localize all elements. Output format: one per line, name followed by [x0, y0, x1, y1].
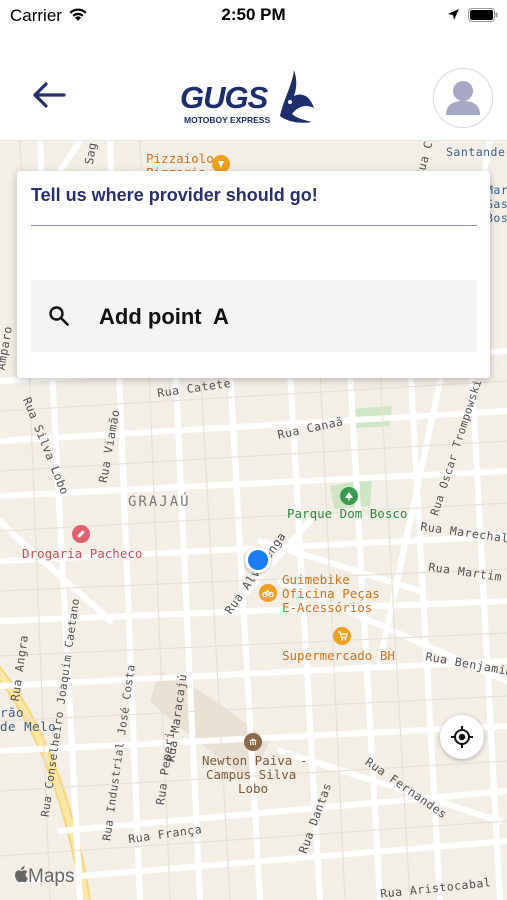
- status-bar: Carrier 2:50 PM: [0, 0, 507, 32]
- maps-attribution[interactable]: Maps: [14, 866, 74, 888]
- locate-me-button[interactable]: [440, 715, 484, 759]
- pharmacy-pin-icon[interactable]: [72, 525, 90, 543]
- street-label-de-melo: de Melo: [0, 719, 57, 734]
- poi-label-guimebike-line2: Oficina Peças: [282, 586, 380, 601]
- crosshair-icon: [451, 726, 473, 748]
- poi-label-drogaria: Drogaria Pacheco: [22, 546, 143, 561]
- gugs-logo: GUGS MOTOBOY EXPRESS: [178, 68, 318, 130]
- user-location-dot: [245, 547, 271, 573]
- title-divider: [31, 225, 477, 226]
- add-point-label: Add point A: [99, 304, 229, 329]
- back-arrow-icon: [33, 82, 66, 108]
- bicycle-pin-icon[interactable]: [259, 584, 277, 602]
- maps-attribution-label: Maps: [28, 866, 75, 887]
- park-pin-icon[interactable]: [340, 487, 358, 505]
- poi-label-guimebike-line3: E-Acessórios: [282, 600, 373, 615]
- poi-label-pizzaiolo: Pizzaiolo: [146, 151, 214, 166]
- university-pin-icon[interactable]: [244, 733, 262, 751]
- logo-subtitle: MOTOBOY EXPRESS: [184, 115, 271, 125]
- logo-wordmark: GUGS: [180, 80, 268, 115]
- neighborhood-label: GRAJAÚ: [128, 494, 191, 510]
- street-label-rao: rão: [0, 705, 25, 720]
- poi-label-newton-line3: Lobo: [238, 781, 269, 796]
- add-point-button[interactable]: Add point A: [31, 280, 477, 352]
- user-icon: [446, 81, 480, 115]
- apple-logo-icon: [15, 866, 28, 883]
- navigation-bar: GUGS MOTOBOY EXPRESS: [0, 32, 507, 141]
- poi-label-guimebike: Guimebike: [282, 572, 350, 587]
- route-card: Tell us where provider should go! Add po…: [17, 171, 490, 378]
- location-arrow-icon: [448, 9, 459, 20]
- street-label-santande: Santande: [446, 145, 506, 159]
- poi-label-supermercado: Supermercado BH: [282, 648, 395, 663]
- battery-icon: [468, 8, 498, 22]
- poi-label-parque: Parque Dom Bosco: [287, 506, 408, 521]
- shopping-cart-pin-icon[interactable]: [333, 627, 351, 645]
- avatar[interactable]: [433, 68, 493, 128]
- bird-icon: [280, 70, 314, 123]
- poi-label-newton: Newton Paiva -: [202, 753, 308, 768]
- clock: 2:50 PM: [221, 5, 286, 24]
- back-button[interactable]: [28, 77, 72, 113]
- card-title: Tell us where provider should go!: [31, 185, 318, 205]
- poi-label-newton-line2: Campus Silva: [206, 767, 297, 782]
- search-icon: [49, 306, 69, 326]
